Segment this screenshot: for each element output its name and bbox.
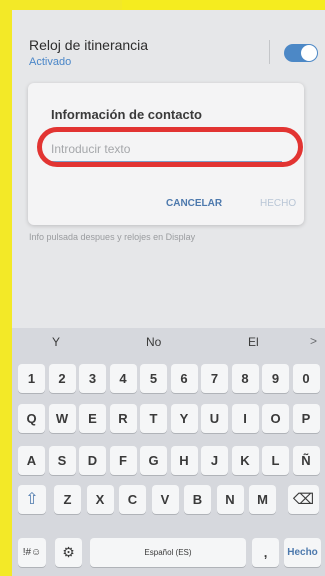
key-v[interactable]: V: [151, 485, 179, 514]
key-9[interactable]: 9: [262, 364, 289, 393]
key-s[interactable]: S: [48, 446, 76, 475]
settings-gear-icon[interactable]: ⚙: [55, 538, 82, 567]
key-ñ[interactable]: Ñ: [292, 446, 320, 475]
backspace-icon[interactable]: ⌫: [288, 485, 319, 514]
key-u[interactable]: U: [201, 404, 228, 433]
key-w[interactable]: W: [48, 404, 76, 433]
key-f[interactable]: F: [109, 446, 137, 475]
dialog-title: Información de contacto: [51, 107, 202, 122]
key-r[interactable]: R: [109, 404, 137, 433]
key-4[interactable]: 4: [109, 364, 137, 393]
shift-icon[interactable]: ⇧: [18, 485, 46, 514]
done-button[interactable]: HECHO: [260, 198, 296, 209]
key-5[interactable]: 5: [140, 364, 167, 393]
suggestion-item[interactable]: No: [146, 335, 161, 349]
enter-key[interactable]: Hecho: [284, 538, 321, 567]
phone-screen: Reloj de itinerancia Activado Info pulsa…: [12, 10, 325, 576]
key-g[interactable]: G: [140, 446, 167, 475]
key-7[interactable]: 7: [201, 364, 228, 393]
key-n[interactable]: N: [216, 485, 244, 514]
key-0[interactable]: 0: [292, 364, 320, 393]
contact-info-dialog: Información de contacto Introducir texto…: [28, 83, 304, 225]
key-2[interactable]: 2: [48, 364, 76, 393]
key-x[interactable]: X: [86, 485, 114, 514]
spacebar[interactable]: Español (ES): [90, 538, 246, 567]
roaming-clock-toggle[interactable]: [284, 44, 318, 62]
yellow-frame-left: [0, 0, 12, 576]
suggestion-item[interactable]: Y: [52, 335, 60, 349]
key-t[interactable]: T: [140, 404, 167, 433]
comma-key[interactable]: ,: [252, 538, 279, 567]
setting-divider: [269, 40, 270, 64]
on-screen-keyboard: Y No El > 1234567890 QWERTYUIOP ASDFGHJK…: [12, 328, 325, 576]
key-i[interactable]: I: [231, 404, 259, 433]
key-c[interactable]: C: [119, 485, 146, 514]
key-6[interactable]: 6: [170, 364, 198, 393]
suggestion-item[interactable]: El: [248, 335, 259, 349]
setting-title: Reloj de itinerancia: [29, 37, 149, 53]
key-l[interactable]: L: [262, 446, 289, 475]
key-8[interactable]: 8: [231, 364, 259, 393]
key-e[interactable]: E: [79, 404, 106, 433]
key-1[interactable]: 1: [18, 364, 45, 393]
key-j[interactable]: J: [201, 446, 228, 475]
key-3[interactable]: 3: [79, 364, 106, 393]
key-z[interactable]: Z: [54, 485, 81, 514]
cancel-button[interactable]: CANCELAR: [166, 198, 222, 209]
key-a[interactable]: A: [18, 446, 45, 475]
chevron-right-icon[interactable]: >: [310, 334, 317, 348]
key-p[interactable]: P: [292, 404, 320, 433]
key-b[interactable]: B: [184, 485, 211, 514]
key-y[interactable]: Y: [170, 404, 198, 433]
key-k[interactable]: K: [231, 446, 259, 475]
symbols-key[interactable]: !#☺: [18, 538, 46, 567]
key-d[interactable]: D: [79, 446, 106, 475]
key-q[interactable]: Q: [18, 404, 45, 433]
yellow-frame-top: [12, 0, 122, 10]
key-h[interactable]: H: [170, 446, 198, 475]
suggestion-bar: Y No El >: [12, 328, 325, 354]
setting-status: Activado: [29, 56, 72, 68]
key-o[interactable]: O: [262, 404, 289, 433]
key-m[interactable]: M: [249, 485, 276, 514]
highlight-ring: [37, 127, 303, 167]
toggle-knob: [301, 45, 317, 61]
background-description: Info pulsada despues y relojes en Displa…: [29, 232, 196, 242]
